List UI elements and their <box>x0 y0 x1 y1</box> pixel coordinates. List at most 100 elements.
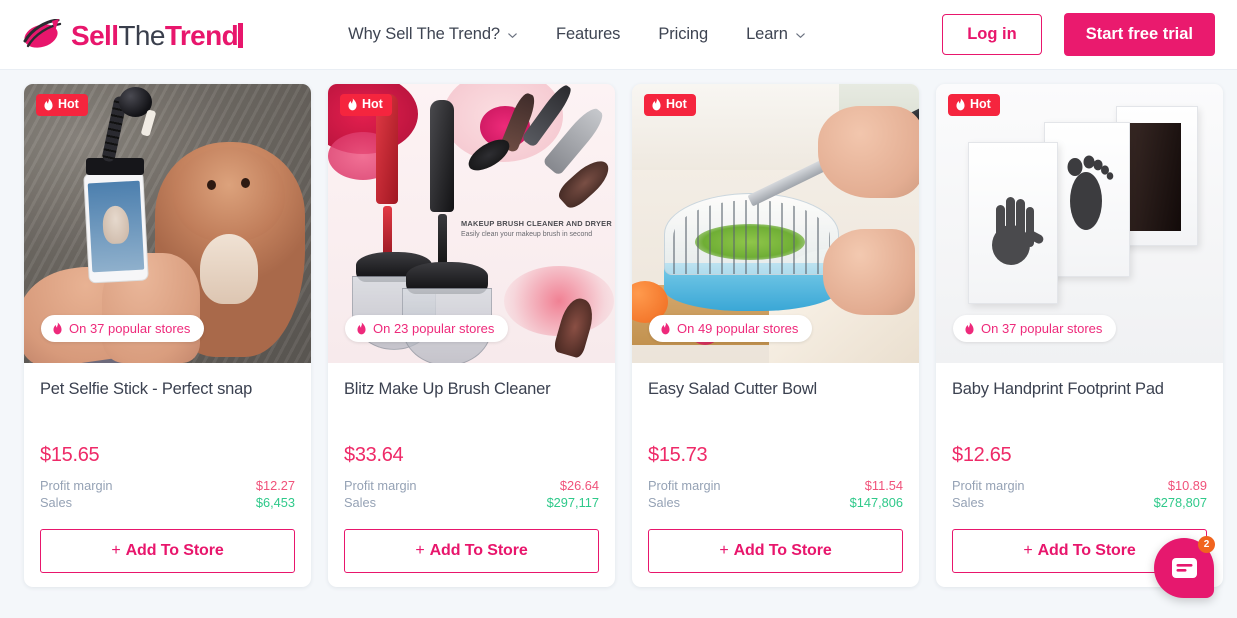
main-navigation: Why Sell The Trend? Features Pricing Lea… <box>348 25 806 44</box>
stat-row-profit-margin: Profit margin $12.27 <box>40 478 295 495</box>
nav-label: Pricing <box>658 25 709 43</box>
plus-icon: + <box>719 541 729 559</box>
add-to-store-button[interactable]: + Add To Store <box>344 528 599 573</box>
nav-item-pricing[interactable]: Pricing <box>658 25 708 44</box>
sales-label: Sales <box>648 494 681 510</box>
popular-stores-label: On 49 popular stores <box>677 321 799 336</box>
start-free-trial-button[interactable]: Start free trial <box>1063 13 1215 56</box>
profit-margin-value: $12.27 <box>255 478 295 493</box>
flame-icon <box>52 322 63 335</box>
nav-label: Features <box>556 25 621 43</box>
product-image[interactable]: Hot On 37 popular stores <box>936 84 1223 363</box>
flame-icon <box>651 98 662 111</box>
dog-eye <box>207 180 216 190</box>
nav-item-features[interactable]: Features <box>556 25 620 44</box>
stat-row-profit-margin: Profit margin $26.64 <box>344 478 599 495</box>
black-cleaner-device <box>430 100 454 270</box>
product-card[interactable]: Hot On 37 popular stores Baby Handprint … <box>936 84 1223 587</box>
product-title: Pet Selfie Stick - Perfect snap <box>40 380 253 398</box>
popular-stores-label: On 23 popular stores <box>373 321 495 336</box>
product-price: $12.65 <box>952 444 1012 466</box>
product-price: $15.73 <box>648 444 708 466</box>
product-image[interactable]: Hot On 49 popular stores <box>632 84 919 363</box>
product-details: Blitz Make Up Brush Cleaner $33.64 Profi… <box>328 363 615 587</box>
product-card[interactable]: MAKEUP BRUSH CLEANER AND DRYER Easily cl… <box>328 84 615 587</box>
profit-margin-value: $26.64 <box>559 478 599 493</box>
product-stats: Profit margin $26.64 Sales $297,117 <box>344 478 599 512</box>
product-image[interactable]: Hot On 37 popular stores <box>24 84 311 363</box>
login-button[interactable]: Log in <box>942 14 1042 55</box>
hot-badge: Hot <box>36 94 88 116</box>
hot-badge: Hot <box>644 94 696 116</box>
logo-word-the: The <box>118 19 165 51</box>
popular-stores-badge: On 37 popular stores <box>953 315 1117 342</box>
nav-label: Learn <box>746 25 788 43</box>
product-title: Baby Handprint Footprint Pad <box>952 380 1164 398</box>
plus-icon: + <box>415 541 425 559</box>
stat-row-sales: Sales $6,453 <box>40 495 295 512</box>
product-grid: Hot On 37 popular stores Pet Selfie Stic… <box>0 70 1237 587</box>
hot-badge: Hot <box>948 94 1000 116</box>
popular-stores-badge: On 23 popular stores <box>345 315 509 342</box>
nav-item-why-sell-the-trend[interactable]: Why Sell The Trend? <box>348 25 518 44</box>
footprint-icon <box>1062 143 1114 248</box>
site-header: SellTheTrend Why Sell The Trend? Feature… <box>0 0 1237 70</box>
flame-icon <box>43 98 54 111</box>
profit-margin-label: Profit margin <box>952 478 1025 493</box>
profit-margin-label: Profit margin <box>648 478 721 493</box>
popular-stores-badge: On 37 popular stores <box>41 315 205 342</box>
flame-icon <box>347 98 358 111</box>
chevron-down-icon <box>795 30 806 41</box>
add-to-store-label: Add To Store <box>733 541 832 559</box>
nav-item-learn[interactable]: Learn <box>746 25 806 44</box>
ink-pad <box>1125 123 1181 231</box>
product-price: $33.64 <box>344 444 404 466</box>
chat-unread-badge: 2 <box>1198 536 1215 553</box>
product-title: Blitz Make Up Brush Cleaner <box>344 380 551 398</box>
profit-margin-label: Profit margin <box>344 478 417 493</box>
hot-badge: Hot <box>340 94 392 116</box>
popular-stores-label: On 37 popular stores <box>981 321 1103 336</box>
sales-value: $147,806 <box>849 494 903 510</box>
hot-label: Hot <box>666 97 687 111</box>
stat-row-profit-margin: Profit margin $11.54 <box>648 478 903 495</box>
sales-value: $278,807 <box>1153 494 1207 510</box>
plus-icon: + <box>111 541 121 559</box>
bowl-slits <box>673 200 830 274</box>
logo[interactable]: SellTheTrend <box>22 18 244 51</box>
product-image[interactable]: MAKEUP BRUSH CLEANER AND DRYER Easily cl… <box>328 84 615 363</box>
add-to-store-label: Add To Store <box>429 541 528 559</box>
dog-eye <box>241 178 250 188</box>
product-card[interactable]: Hot On 37 popular stores Pet Selfie Stic… <box>24 84 311 587</box>
add-to-store-button[interactable]: + Add To Store <box>648 528 903 573</box>
hand <box>823 229 915 315</box>
sales-label: Sales <box>344 494 377 510</box>
product-stats: Profit margin $12.27 Sales $6,453 <box>40 478 295 512</box>
plus-icon: + <box>1023 541 1033 559</box>
print-card <box>968 142 1058 304</box>
nav-label: Why Sell The Trend? <box>348 25 500 43</box>
hot-label: Hot <box>362 97 383 111</box>
add-to-store-button[interactable]: + Add To Store <box>40 528 295 573</box>
stat-row-profit-margin: Profit margin $10.89 <box>952 478 1207 495</box>
phone <box>83 170 149 284</box>
profit-margin-label: Profit margin <box>40 478 113 493</box>
profit-margin-value: $10.89 <box>1167 478 1207 493</box>
flame-icon <box>955 98 966 111</box>
product-card[interactable]: Hot On 49 popular stores Easy Salad Cutt… <box>632 84 919 587</box>
popular-stores-label: On 37 popular stores <box>69 321 191 336</box>
sales-label: Sales <box>40 494 73 510</box>
hot-label: Hot <box>970 97 991 111</box>
logo-text: SellTheTrend <box>71 19 244 51</box>
phone-mount <box>86 158 144 175</box>
logo-word-trend: Trend <box>164 19 239 51</box>
sales-value: $6,453 <box>255 494 295 510</box>
stat-row-sales: Sales $147,806 <box>648 495 903 512</box>
product-price: $15.65 <box>40 444 100 466</box>
swoosh-logo-icon <box>22 18 64 51</box>
product-stats: Profit margin $10.89 Sales $278,807 <box>952 478 1207 512</box>
header-actions: Log in Start free trial <box>942 13 1215 56</box>
chat-widget[interactable]: 2 <box>1154 536 1215 598</box>
chevron-down-icon <box>507 30 518 41</box>
image-overlay-title: MAKEUP BRUSH CLEANER AND DRYER <box>461 219 612 228</box>
